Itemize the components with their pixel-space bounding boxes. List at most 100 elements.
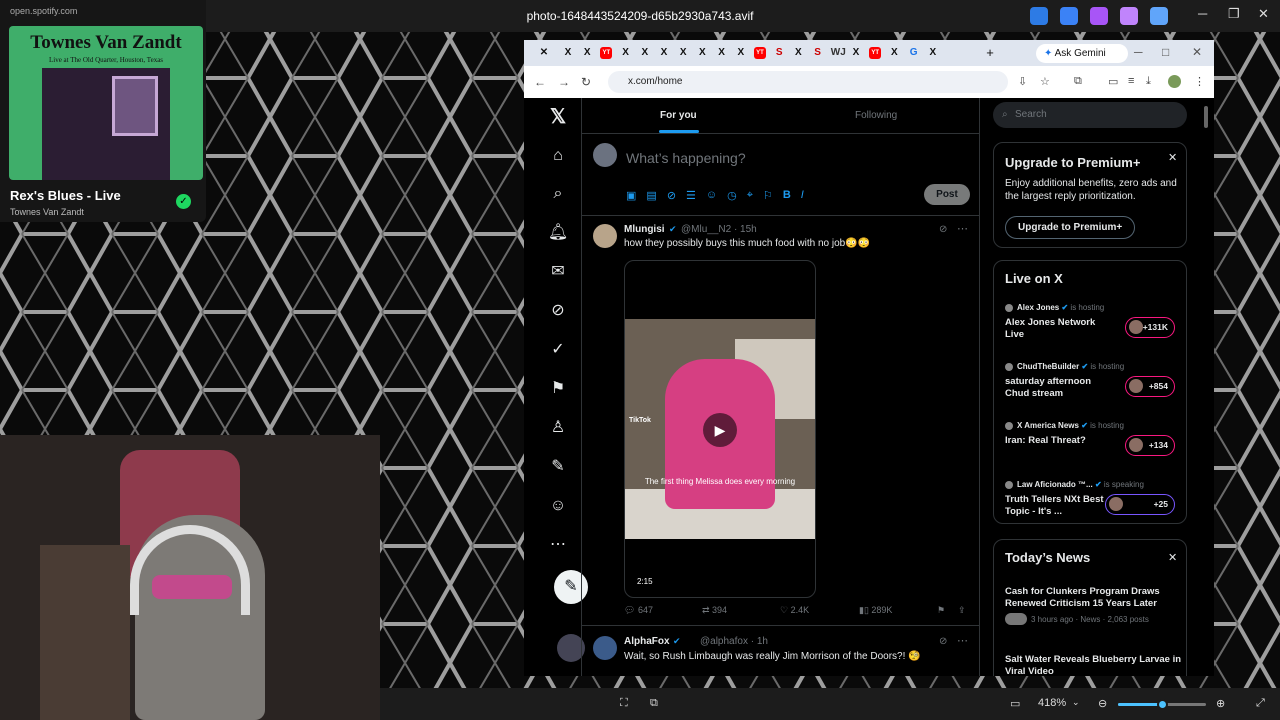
tab-favicon[interactable]: X (792, 47, 804, 59)
tab-favicon[interactable]: X (562, 47, 574, 59)
scrollbar[interactable] (1203, 100, 1209, 674)
jobs-icon[interactable]: ♙ (538, 414, 578, 442)
news-item[interactable]: Salt Water Reveals Blueberry Larvae in V… (1005, 654, 1181, 676)
saved-check-icon[interactable]: ✓ (176, 194, 191, 209)
menu-icon[interactable]: ⋮ (1194, 75, 1205, 88)
reading-list-icon[interactable]: ≡ (1128, 75, 1134, 87)
home-icon[interactable]: ⌂ (538, 142, 578, 170)
tab-favicon[interactable]: WJ (831, 47, 846, 59)
close-button[interactable]: ✕ (1192, 45, 1202, 59)
location-icon[interactable]: ⌖ (747, 189, 753, 202)
messages-icon[interactable]: ✉ (538, 258, 578, 286)
media-icon[interactable]: ▣ (626, 189, 636, 202)
share-icon[interactable]: ⇪ (958, 605, 966, 616)
listener-pill[interactable]: +134 (1125, 435, 1175, 456)
articles-icon[interactable]: ✎ (538, 453, 578, 481)
tab-favicon[interactable]: X (850, 47, 862, 59)
notifications-icon[interactable]: 🔔︎ (538, 219, 578, 247)
video-player[interactable]: TikTok ▶ The first thing Melissa does ev… (624, 260, 816, 598)
tab-for-you[interactable]: For you (660, 110, 697, 121)
designer-icon[interactable] (1090, 7, 1108, 25)
grok-icon[interactable]: ⊘ (667, 189, 676, 202)
news-item[interactable]: Cash for Clunkers Program Draws Renewed … (1005, 586, 1181, 625)
grok-icon[interactable]: ⊘ (939, 224, 947, 235)
close-tab-icon[interactable]: ✕ (538, 47, 550, 59)
poll-icon[interactable]: ☰ (686, 189, 696, 202)
more-icon[interactable]: ⋯ (538, 531, 578, 559)
tab-favicon[interactable]: X (581, 47, 593, 59)
tab-favicon[interactable]: X (888, 47, 900, 59)
bookmark-star-icon[interactable]: ☆ (1040, 75, 1050, 88)
listener-pill[interactable]: +131K (1125, 317, 1175, 338)
author-name[interactable]: AlphaFox (624, 636, 670, 647)
downloads-icon[interactable]: ⤓ (1146, 75, 1151, 88)
post-button[interactable]: Post (924, 184, 970, 205)
tab-search-icon[interactable]: ▭ (1108, 75, 1118, 88)
avatar[interactable] (593, 224, 617, 248)
play-icon[interactable]: ▶ (703, 413, 737, 447)
new-tab-button[interactable]: + (984, 46, 996, 59)
tab-favicon[interactable]: X (735, 47, 747, 59)
author-handle[interactable]: @alphafox · 1h (700, 636, 768, 647)
upgrade-button[interactable]: Upgrade to Premium+ (1005, 216, 1136, 239)
views-button[interactable]: ▮▯ 289K (859, 605, 892, 616)
clipchamp-icon[interactable] (1120, 7, 1138, 25)
gif-icon[interactable]: ▤ (646, 189, 656, 202)
emoji-icon[interactable]: ☺ (706, 189, 717, 202)
url-field[interactable]: x.com/home (608, 71, 1008, 93)
onedrive-icon[interactable] (1150, 7, 1168, 25)
zoom-slider[interactable] (1118, 699, 1206, 710)
tab-favicon[interactable]: X (639, 47, 651, 59)
crop-icon[interactable]: ⧉ (650, 697, 658, 710)
zoom-in-icon[interactable]: ⊕ (1216, 697, 1225, 710)
extensions-icon[interactable]: ⧉ (1074, 75, 1082, 88)
tab-favicon[interactable]: X (927, 47, 939, 59)
x-logo-icon[interactable]: 𝕏 (538, 103, 578, 131)
scrollbar-thumb[interactable] (1204, 106, 1208, 128)
tab-favicon[interactable]: X (696, 47, 708, 59)
close-button[interactable]: ✕ (1258, 6, 1269, 22)
tab-favicon[interactable]: YT (754, 47, 766, 59)
verified-orgs-icon[interactable]: ✓ (538, 336, 578, 364)
tab-favicon[interactable]: X (677, 47, 689, 59)
tab-favicon[interactable]: X (716, 47, 728, 59)
tab-favicon[interactable]: S (812, 47, 824, 59)
zoom-level[interactable]: 418% (1038, 697, 1066, 709)
schedule-icon[interactable]: ◷ (727, 189, 737, 202)
search-input[interactable]: ⌕ Search (993, 102, 1187, 128)
back-icon[interactable]: ← (534, 75, 546, 89)
zoom-slider-knob[interactable] (1157, 699, 1168, 710)
like-button[interactable]: ♡ 2.4K (780, 605, 809, 616)
close-icon[interactable]: ✕ (1168, 551, 1177, 564)
fullscreen-icon[interactable]: ⤢ (1256, 697, 1265, 710)
more-icon[interactable]: ⋯ (957, 634, 968, 647)
listener-pill[interactable]: +854 (1125, 376, 1175, 397)
maximize-button[interactable]: ❐ (1228, 6, 1240, 22)
listener-pill[interactable]: +25 (1105, 494, 1175, 515)
chevron-down-icon[interactable]: ⌄ (1072, 697, 1080, 708)
display-icon[interactable]: ▭ (1010, 697, 1020, 710)
minimize-button[interactable]: ─ (1134, 45, 1143, 59)
compose-input[interactable]: What’s happening? (626, 150, 746, 166)
profile-icon[interactable]: ☺ (538, 492, 578, 520)
profile-avatar[interactable] (1168, 75, 1181, 88)
spotify-miniplayer[interactable]: open.spotify.com Townes Van Zandt Live a… (0, 0, 206, 222)
forward-icon[interactable]: → (558, 75, 570, 89)
reload-icon[interactable]: ↻ (581, 75, 591, 89)
close-icon[interactable]: ✕ (1168, 151, 1177, 164)
author-name[interactable]: Mlungisi (624, 224, 665, 235)
reply-button[interactable]: 💬︎ 647 (624, 605, 653, 616)
ask-gemini-button[interactable]: ✦ Ask Gemini (1036, 44, 1128, 63)
search-icon[interactable]: ⌕ (538, 180, 578, 208)
tab-following[interactable]: Following (855, 110, 897, 121)
author-handle[interactable]: @Mlu__N2 · 15h (681, 224, 757, 235)
bookmarks-icon[interactable]: ⚑ (538, 375, 578, 403)
repost-button[interactable]: ⇄ 394 (702, 605, 727, 616)
bookmark-icon[interactable]: ⚑ (937, 605, 945, 616)
install-icon[interactable]: ⇩ (1018, 75, 1027, 88)
grok-icon[interactable]: ⊘ (939, 636, 947, 647)
tab-favicon[interactable]: S (773, 47, 785, 59)
tab-favicon[interactable]: X (658, 47, 670, 59)
italic-icon[interactable]: I (801, 189, 804, 202)
avatar[interactable] (593, 636, 617, 660)
